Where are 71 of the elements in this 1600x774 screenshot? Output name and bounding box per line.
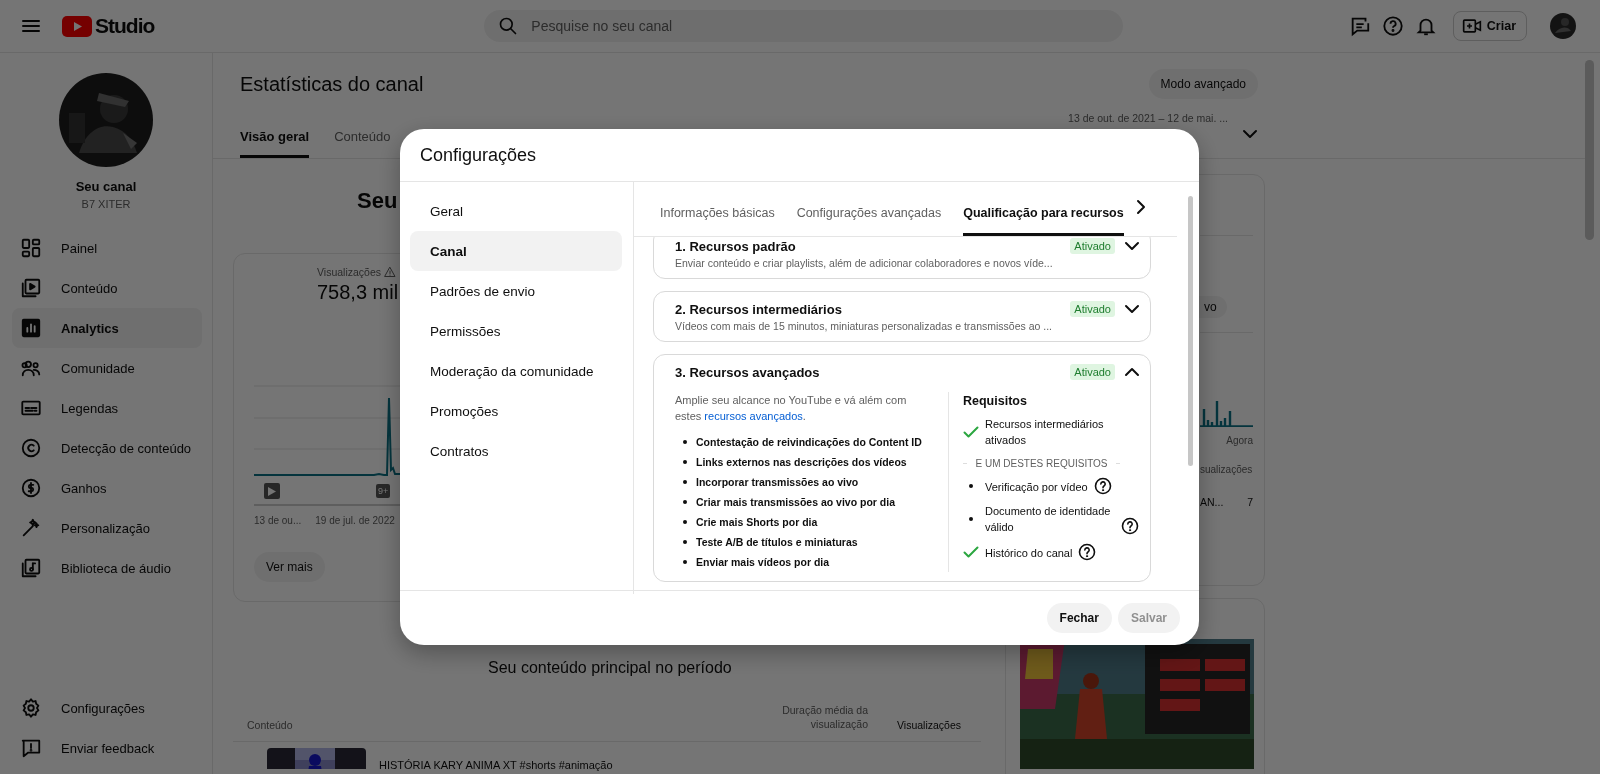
level-title: 3. Recursos avançados: [675, 364, 821, 380]
search-field[interactable]: Pesquise no seu canal: [484, 10, 1124, 42]
feature-text: Incorporar transmissões ao vivo: [696, 476, 859, 488]
metric-label: Visualizações: [317, 266, 381, 278]
section-title: Seu conteúdo principal no período: [488, 659, 733, 677]
tab[interactable]: Conteúdo: [334, 129, 391, 158]
sidebar-item[interactable]: Configurações: [12, 688, 202, 728]
video-marker-badge[interactable]: 9+: [376, 484, 391, 498]
level-description: Enviar conteúdo e criar playlists, além de adicionar colaboradores e novos víde...: [675, 257, 1054, 269]
column-header: Conteúdo: [247, 719, 294, 731]
status-badge: Ativado: [1070, 364, 1115, 380]
axis-label: 13 de ou...: [254, 515, 302, 526]
metric-value: 758,3 mil: [317, 281, 399, 304]
settings-nav-item[interactable]: Canal: [410, 231, 622, 271]
sidebar-item[interactable]: Enviar feedback: [12, 728, 202, 768]
sidebar-item[interactable]: Legendas: [12, 388, 202, 428]
divider-label: E UM DESTES REQUISITOS: [975, 458, 1108, 469]
channel-title: Seu canal: [74, 179, 138, 194]
sidebar-item[interactable]: Ganhos: [12, 468, 202, 508]
sidebar-item[interactable]: Analytics: [12, 308, 202, 348]
feature-text: Links externos nas descrições dos vídeos: [696, 456, 907, 468]
feature-text: Contestação de reivindicações do Content ID: [696, 436, 922, 448]
sidebar-item[interactable]: Personalização: [12, 508, 202, 548]
advanced-mode-button[interactable]: Modo avançado: [1148, 69, 1258, 99]
studio-logo[interactable]: Studio: [62, 14, 155, 38]
requirements-title: Requisitos: [963, 394, 1028, 408]
settings-nav-item[interactable]: Padrões de envio: [410, 271, 622, 311]
date-range: 13 de out. de 2021 – 12 de mai. ...: [1068, 112, 1228, 124]
intro-text: Amplie seu alcance no YouTube e vá além com estes recursos avançados.: [675, 393, 908, 424]
dialog-title: Configurações: [420, 144, 537, 166]
tab[interactable]: Informações básicas: [660, 206, 775, 236]
requirement-text: Documento de identidade válido: [985, 504, 1112, 535]
feature-text: Crie mais Shorts por dia: [696, 516, 818, 528]
create-button[interactable]: Criar: [1452, 11, 1527, 41]
video-title[interactable]: AN...: [1200, 496, 1224, 508]
status-badge: Ativado: [1070, 301, 1115, 317]
requirement-text: Histórico do canal: [985, 546, 1073, 561]
tab[interactable]: Visão geral: [240, 129, 310, 158]
dialog-button[interactable]: Fechar: [1046, 603, 1112, 633]
settings-nav-item[interactable]: Geral: [410, 191, 622, 231]
feature-text: Criar mais transmissões ao vivo por dia: [696, 496, 895, 508]
level-title: 1. Recursos padrão: [675, 238, 797, 254]
column-header[interactable]: Duração média da visualização: [768, 703, 868, 731]
axis-label: Agora: [1225, 435, 1253, 446]
sidebar-item[interactable]: Comunidade: [12, 348, 202, 388]
feature-text: Teste A/B de títulos e miniaturas: [696, 536, 858, 548]
settings-nav-item[interactable]: Moderação da comunidade: [410, 351, 622, 391]
channel-name: B7 XITER: [80, 198, 132, 210]
requirement-text: Verificação por vídeo: [985, 480, 1088, 495]
settings-nav-item[interactable]: Permissões: [410, 311, 622, 351]
feature-text: Enviar mais vídeos por dia: [696, 556, 830, 568]
tab[interactable]: Qualificação para recursos: [963, 206, 1124, 236]
view-count: 7: [1247, 496, 1253, 508]
page-title: Estatísticas do canal: [240, 72, 424, 96]
sidebar-item[interactable]: Biblioteca de áudio: [12, 548, 202, 588]
video-title[interactable]: HISTÓRIA KARY ANIMA XT #shorts #animação: [379, 759, 613, 771]
settings-nav-item[interactable]: Contratos: [410, 431, 622, 471]
see-more-button[interactable]: Ver mais: [254, 552, 325, 582]
settings-nav-item[interactable]: Promoções: [410, 391, 622, 431]
level-description: Vídeos com mais de 15 minutos, miniaturas personalizadas e transmissões ao ...: [675, 320, 1053, 332]
status-badge: Ativado: [1070, 238, 1115, 254]
sidebar-item[interactable]: Conteúdo: [12, 268, 202, 308]
sidebar-item[interactable]: Detecção de conteúdo: [12, 428, 202, 468]
level-title: 2. Recursos intermediários: [675, 301, 843, 317]
tab[interactable]: Configurações avançadas: [796, 206, 942, 236]
section-heading: Seu: [357, 188, 398, 214]
requirement-text: Recursos intermediários ativados: [985, 417, 1105, 448]
link[interactable]: recursos avançados: [704, 410, 803, 422]
column-header: sualizações: [1200, 464, 1254, 475]
axis-label: 19 de jul. de 2022: [315, 515, 395, 526]
sidebar-item[interactable]: Painel: [12, 228, 202, 268]
